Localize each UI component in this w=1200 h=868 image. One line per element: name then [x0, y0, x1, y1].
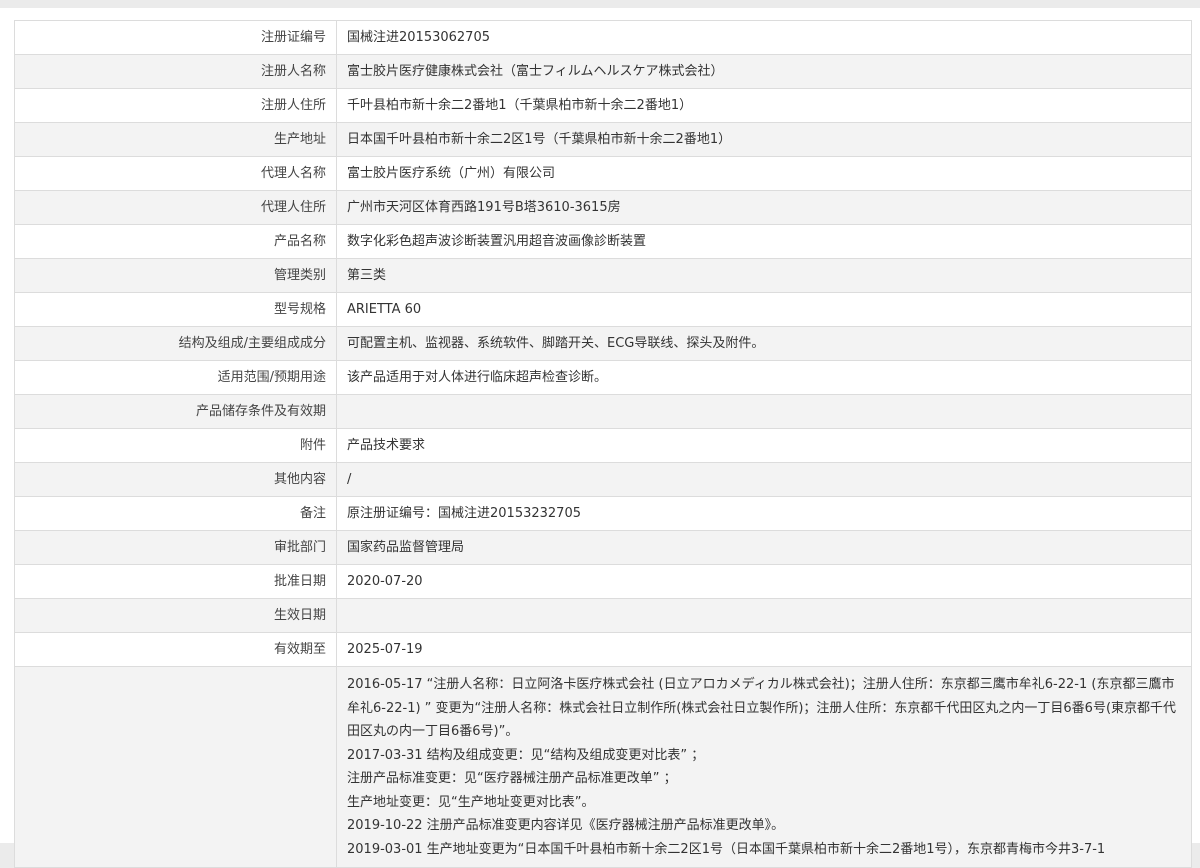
row-value: 原注册证编号：国械注进20153232705	[336, 496, 1192, 531]
row-value	[336, 598, 1192, 633]
row-label: 代理人住所	[14, 190, 337, 225]
row-value: 国械注进20153062705	[336, 20, 1192, 55]
row-value: /	[336, 462, 1192, 497]
change-history-line: 2019-10-22 注册产品标准变更内容详见《医疗器械注册产品标准更改单》。	[347, 818, 785, 833]
change-history-value: 2016-05-17 “注册人名称：日立阿洛卡医疗株式会社 (日立アロカメディカ…	[336, 666, 1192, 868]
row-value: 千叶县柏市新十余二2番地1（千葉県柏市新十余二2番地1）	[336, 88, 1192, 123]
row-label: 适用范围/预期用途	[14, 360, 337, 395]
table-row: 备注 原注册证编号：国械注进20153232705	[14, 496, 1192, 531]
row-label: 注册人名称	[14, 54, 337, 89]
registration-detail-table: 注册证编号 国械注进20153062705 注册人名称 富士胶片医疗健康株式会社…	[14, 20, 1192, 868]
row-label: 附件	[14, 428, 337, 463]
row-value: ARIETTA 60	[336, 292, 1192, 327]
row-value: 国家药品监督管理局	[336, 530, 1192, 565]
change-history-line: 2016-05-17 “注册人名称：日立阿洛卡医疗株式会社 (日立アロカメディカ…	[347, 677, 1177, 739]
table-row: 注册人名称 富士胶片医疗健康株式会社（富士フィルムヘルスケア株式会社）	[14, 54, 1192, 89]
table-row: 注册人住所 千叶县柏市新十余二2番地1（千葉県柏市新十余二2番地1）	[14, 88, 1192, 123]
table-row: 适用范围/预期用途 该产品适用于对人体进行临床超声检查诊断。	[14, 360, 1192, 395]
row-value: 富士胶片医疗系统（广州）有限公司	[336, 156, 1192, 191]
change-history-line: 2019-03-01 生产地址变更为“日本国千叶县柏市新十余二2区1号（日本国千…	[347, 841, 1106, 857]
table-row: 有效期至 2025-07-19	[14, 632, 1192, 667]
row-value: 日本国千叶县柏市新十余二2区1号（千葉県柏市新十余二2番地1）	[336, 122, 1192, 157]
row-label: 产品储存条件及有效期	[14, 394, 337, 429]
row-label: 审批部门	[14, 530, 337, 565]
table-row: 生产地址 日本国千叶县柏市新十余二2区1号（千葉県柏市新十余二2番地1）	[14, 122, 1192, 157]
page-content: 注册证编号 国械注进20153062705 注册人名称 富士胶片医疗健康株式会社…	[0, 8, 1200, 868]
row-label: 管理类别	[14, 258, 337, 293]
row-label: 结构及组成/主要组成成分	[14, 326, 337, 361]
table-row: 注册证编号 国械注进20153062705	[14, 20, 1192, 55]
row-label: 有效期至	[14, 632, 337, 667]
table-row: 审批部门 国家药品监督管理局	[14, 530, 1192, 565]
table-row: 其他内容 /	[14, 462, 1192, 497]
row-value: 富士胶片医疗健康株式会社（富士フィルムヘルスケア株式会社）	[336, 54, 1192, 89]
change-history-label	[14, 666, 337, 868]
row-label: 注册证编号	[14, 20, 337, 55]
row-label: 备注	[14, 496, 337, 531]
table-row: 产品储存条件及有效期	[14, 394, 1192, 429]
row-value: 产品技术要求	[336, 428, 1192, 463]
table-row: 型号规格 ARIETTA 60	[14, 292, 1192, 327]
table-row: 代理人名称 富士胶片医疗系统（广州）有限公司	[14, 156, 1192, 191]
table-row: 管理类别 第三类	[14, 258, 1192, 293]
table-row: 代理人住所 广州市天河区体育西路191号B塔3610-3615房	[14, 190, 1192, 225]
table-row: 附件 产品技术要求	[14, 428, 1192, 463]
table-row: 产品名称 数字化彩色超声波诊断装置汎用超音波画像診断装置	[14, 224, 1192, 259]
row-label: 代理人名称	[14, 156, 337, 191]
row-value	[336, 394, 1192, 429]
table-row: 结构及组成/主要组成成分 可配置主机、监视器、系统软件、脚踏开关、ECG导联线、…	[14, 326, 1192, 361]
row-label: 注册人住所	[14, 88, 337, 123]
row-label: 其他内容	[14, 462, 337, 497]
row-value: 可配置主机、监视器、系统软件、脚踏开关、ECG导联线、探头及附件。	[336, 326, 1192, 361]
change-history-line: 生产地址变更：见“生产地址变更对比表”。	[347, 794, 595, 810]
table-row: 批准日期 2020-07-20	[14, 564, 1192, 599]
row-label: 生效日期	[14, 598, 337, 633]
row-label: 生产地址	[14, 122, 337, 157]
row-value: 该产品适用于对人体进行临床超声检查诊断。	[336, 360, 1192, 395]
change-history-row: 2016-05-17 “注册人名称：日立阿洛卡医疗株式会社 (日立アロカメディカ…	[14, 666, 1192, 868]
table-row: 生效日期	[14, 598, 1192, 633]
row-label: 型号规格	[14, 292, 337, 327]
row-label: 批准日期	[14, 564, 337, 599]
row-value: 2020-07-20	[336, 564, 1192, 599]
row-value: 第三类	[336, 258, 1192, 293]
change-history-line: 2017-03-31 结构及组成变更：见“结构及组成变更对比表” ；	[347, 747, 705, 763]
row-value: 2025-07-19	[336, 632, 1192, 667]
change-history-line: 注册产品标准变更：见“医疗器械注册产品标准更改单” ；	[347, 771, 677, 786]
row-label: 产品名称	[14, 224, 337, 259]
row-value: 广州市天河区体育西路191号B塔3610-3615房	[336, 190, 1192, 225]
row-value: 数字化彩色超声波诊断装置汎用超音波画像診断装置	[336, 224, 1192, 259]
